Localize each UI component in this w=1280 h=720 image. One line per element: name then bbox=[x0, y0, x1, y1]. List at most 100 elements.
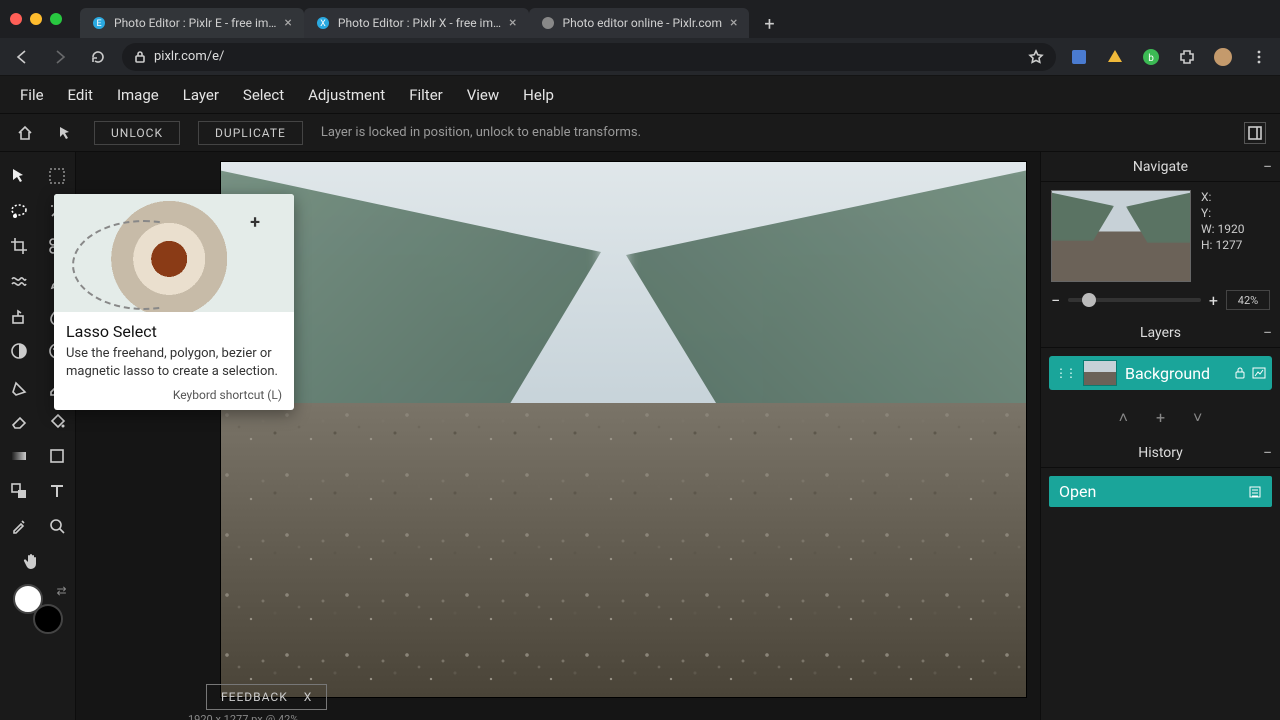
layers-title: Layers bbox=[1140, 325, 1181, 341]
duplicate-button[interactable]: DUPLICATE bbox=[198, 121, 303, 145]
zoom-tool-icon[interactable] bbox=[38, 508, 76, 543]
close-feedback-icon[interactable]: X bbox=[304, 690, 313, 704]
star-icon[interactable] bbox=[1028, 49, 1044, 65]
nav-h-value: 1277 bbox=[1215, 238, 1242, 252]
extension-icon[interactable] bbox=[1066, 44, 1092, 70]
extension-icon[interactable] bbox=[1102, 44, 1128, 70]
zoom-out-button[interactable]: − bbox=[1051, 291, 1060, 310]
menu-adjustment[interactable]: Adjustment bbox=[308, 86, 385, 104]
visibility-icon[interactable] bbox=[1252, 367, 1266, 379]
shape-tool-icon[interactable] bbox=[38, 438, 76, 473]
workspace: ⇄ Lasso Select Use the freehand, polygon… bbox=[0, 152, 1280, 720]
new-tab-button[interactable]: + bbox=[755, 10, 783, 38]
zoom-controls: − + 42% bbox=[1041, 290, 1280, 318]
close-tab-icon[interactable]: × bbox=[284, 15, 291, 31]
arrange-tool-icon[interactable] bbox=[0, 158, 38, 193]
svg-text:b: b bbox=[1148, 53, 1154, 64]
pen-tool-icon[interactable] bbox=[0, 368, 38, 403]
drag-handle-icon[interactable]: ⋮⋮ bbox=[1055, 366, 1075, 380]
menu-filter[interactable]: Filter bbox=[409, 86, 443, 104]
hand-tool-icon[interactable] bbox=[0, 543, 76, 578]
menu-image[interactable]: Image bbox=[117, 86, 159, 104]
favicon-icon bbox=[541, 16, 555, 30]
browser-tab[interactable]: X Photo Editor : Pixlr X - free im… × bbox=[304, 8, 529, 38]
menu-view[interactable]: View bbox=[467, 86, 499, 104]
layer-row[interactable]: ⋮⋮ Background bbox=[1049, 356, 1272, 390]
navigate-panel-head[interactable]: Navigate − bbox=[1041, 152, 1280, 182]
address-bar: pixlr.com/e/ b bbox=[0, 38, 1280, 76]
history-title: History bbox=[1138, 445, 1183, 461]
gradient-tool-icon[interactable] bbox=[0, 438, 38, 473]
back-button[interactable] bbox=[8, 43, 36, 71]
menu-edit[interactable]: Edit bbox=[68, 86, 93, 104]
minimize-window-icon[interactable] bbox=[30, 13, 42, 25]
right-panels: Navigate − X: Y: W: 1920 H: 1277 − + 42%… bbox=[1040, 152, 1280, 720]
extensions-button[interactable] bbox=[1174, 44, 1200, 70]
menu-select[interactable]: Select bbox=[243, 86, 284, 104]
layer-up-icon[interactable]: ˄ bbox=[1119, 408, 1128, 428]
canvas[interactable] bbox=[221, 162, 1026, 697]
feedback-banner[interactable]: FEEDBACK X bbox=[206, 684, 327, 710]
collapse-icon[interactable]: − bbox=[1263, 157, 1272, 176]
nav-h-label: H: bbox=[1201, 238, 1212, 252]
browser-tab-active[interactable]: E Photo Editor : Pixlr E - free im… × bbox=[80, 8, 304, 38]
history-item[interactable]: Open bbox=[1049, 476, 1272, 507]
tool-palette: ⇄ Lasso Select Use the freehand, polygon… bbox=[0, 152, 76, 720]
browser-tab[interactable]: Photo editor online - Pixlr.com × bbox=[529, 8, 750, 38]
browser-tabs: E Photo Editor : Pixlr E - free im… × X … bbox=[80, 0, 783, 38]
eraser-tool-icon[interactable] bbox=[0, 403, 38, 438]
layer-down-icon[interactable]: ˅ bbox=[1193, 408, 1202, 428]
layer-controls: ˄ + ˅ bbox=[1041, 398, 1280, 438]
menu-help[interactable]: Help bbox=[523, 86, 554, 104]
kebab-menu-icon[interactable] bbox=[1246, 44, 1272, 70]
swap-colors-icon[interactable]: ⇄ bbox=[56, 584, 66, 598]
arrow-tool-icon[interactable] bbox=[54, 122, 76, 144]
collapse-icon[interactable]: − bbox=[1263, 323, 1272, 342]
color-swatch[interactable]: ⇄ bbox=[13, 584, 63, 634]
crop-tool-icon[interactable] bbox=[0, 228, 38, 263]
close-window-icon[interactable] bbox=[10, 13, 22, 25]
collapse-icon[interactable]: − bbox=[1263, 443, 1272, 462]
options-bar: UNLOCK DUPLICATE Layer is locked in posi… bbox=[0, 114, 1280, 152]
lock-icon[interactable] bbox=[1234, 367, 1246, 379]
reload-button[interactable] bbox=[84, 43, 112, 71]
navigator-thumbnail[interactable] bbox=[1051, 190, 1191, 282]
add-layer-icon[interactable]: + bbox=[1156, 408, 1165, 428]
navigate-title: Navigate bbox=[1133, 159, 1188, 175]
clone-tool-icon[interactable] bbox=[0, 298, 38, 333]
tooltip-shortcut: Keybord shortcut (L) bbox=[66, 388, 282, 402]
zoom-slider[interactable] bbox=[1068, 298, 1201, 302]
layers-panel-head[interactable]: Layers − bbox=[1041, 318, 1280, 348]
lasso-select-icon[interactable] bbox=[0, 193, 38, 228]
close-tab-icon[interactable]: × bbox=[509, 15, 516, 31]
menu-file[interactable]: File bbox=[20, 86, 44, 104]
zoom-in-button[interactable]: + bbox=[1209, 291, 1218, 310]
history-panel-head[interactable]: History − bbox=[1041, 438, 1280, 468]
dodge-burn-icon[interactable] bbox=[0, 333, 38, 368]
maximize-window-icon[interactable] bbox=[50, 13, 62, 25]
history-item-label: Open bbox=[1059, 482, 1096, 501]
forward-button[interactable] bbox=[46, 43, 74, 71]
menu-layer[interactable]: Layer bbox=[183, 86, 219, 104]
home-icon[interactable] bbox=[14, 122, 36, 144]
extension-icon[interactable]: b bbox=[1138, 44, 1164, 70]
unlock-button[interactable]: UNLOCK bbox=[94, 121, 180, 145]
toggle-panels-button[interactable] bbox=[1244, 122, 1266, 144]
close-tab-icon[interactable]: × bbox=[730, 15, 737, 31]
zoom-value[interactable]: 42% bbox=[1226, 290, 1270, 310]
url-field[interactable]: pixlr.com/e/ bbox=[122, 43, 1056, 71]
marquee-select-icon[interactable] bbox=[38, 158, 76, 193]
avatar[interactable] bbox=[1210, 44, 1236, 70]
liquify-tool-icon[interactable] bbox=[0, 263, 38, 298]
layer-name: Background bbox=[1125, 364, 1210, 383]
tool-tooltip: Lasso Select Use the freehand, polygon, … bbox=[54, 194, 294, 410]
text-tool-icon[interactable] bbox=[38, 473, 76, 508]
option-hint: Layer is locked in position, unlock to e… bbox=[321, 125, 641, 140]
svg-text:X: X bbox=[320, 19, 326, 29]
eyedropper-icon[interactable] bbox=[0, 508, 38, 543]
layer-thumbnail[interactable] bbox=[1083, 360, 1117, 386]
svg-text:E: E bbox=[96, 19, 101, 29]
foreground-color[interactable] bbox=[13, 584, 43, 614]
replace-color-icon[interactable] bbox=[0, 473, 38, 508]
window-controls bbox=[10, 13, 62, 25]
